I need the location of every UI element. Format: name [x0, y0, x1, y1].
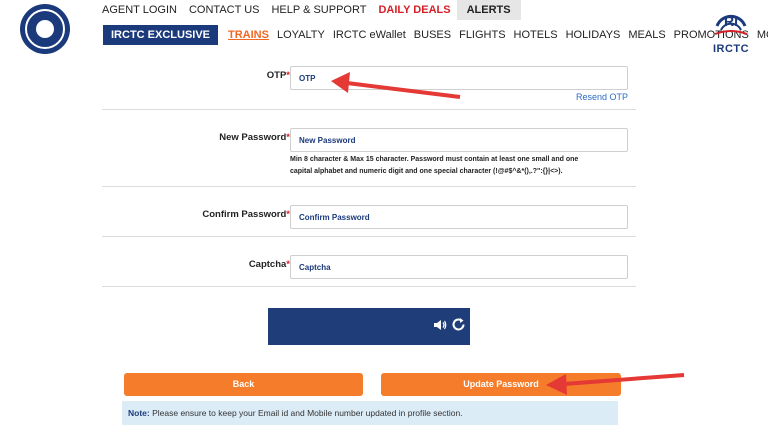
reset-password-page: AGENT LOGIN CONTACT US HELP & SUPPORT DA… [0, 0, 768, 432]
password-rules-hint: Min 8 character & Max 15 character. Pass… [290, 156, 579, 175]
profile-update-note: Note: Please ensure to keep your Email i… [122, 401, 618, 425]
contact-us-link[interactable]: CONTACT US [183, 0, 266, 20]
new-password-input[interactable]: New Password [290, 128, 628, 152]
irctc-logo-icon: RI [714, 13, 748, 35]
new-password-label: New Password* [219, 132, 290, 143]
reset-password-form: OTP* OTP Resend OTP New Password* New Pa… [102, 58, 636, 287]
daily-deals-link[interactable]: DAILY DEALS [372, 0, 456, 20]
svg-text:RI: RI [724, 13, 738, 29]
confirm-password-label: Confirm Password* [202, 209, 290, 220]
captcha-controls [433, 317, 466, 332]
captcha-label: Captcha* [248, 259, 290, 270]
confirm-password-input[interactable]: Confirm Password [290, 205, 628, 229]
update-password-button[interactable]: Update Password [381, 373, 621, 396]
railway-emblem-logo [20, 4, 70, 54]
resend-otp-link[interactable]: Resend OTP [576, 92, 628, 102]
captcha-image [268, 308, 470, 345]
nav-holidays[interactable]: HOLIDAYS [562, 29, 625, 41]
top-navigation: AGENT LOGIN CONTACT US HELP & SUPPORT DA… [96, 0, 521, 20]
main-navigation: IRCTC EXCLUSIVE TRAINS LOYALTY IRCTC eWa… [103, 25, 768, 45]
back-button[interactable]: Back [124, 373, 363, 396]
captcha-input[interactable]: Captcha [290, 255, 628, 279]
nav-flights[interactable]: FLIGHTS [455, 29, 509, 41]
alerts-link[interactable]: ALERTS [456, 0, 521, 20]
irctc-logo-text: IRCTC [712, 43, 750, 55]
confirm-password-row: Confirm Password* Confirm Password [102, 187, 636, 237]
nav-buses[interactable]: BUSES [410, 29, 455, 41]
nav-trains[interactable]: TRAINS [224, 29, 273, 41]
irctc-logo: RI IRCTC [706, 4, 756, 56]
nav-meals[interactable]: MEALS [624, 29, 669, 41]
refresh-icon[interactable] [451, 317, 466, 332]
new-password-row: New Password* New Password Min 8 charact… [102, 110, 636, 187]
otp-input[interactable]: OTP [290, 66, 628, 90]
agent-login-link[interactable]: AGENT LOGIN [96, 0, 183, 20]
emblem-ring-icon [25, 9, 65, 49]
nav-loyalty[interactable]: LOYALTY [273, 29, 329, 41]
captcha-row: Captcha* Captcha [102, 237, 636, 287]
help-support-link[interactable]: HELP & SUPPORT [265, 0, 372, 20]
otp-row: OTP* OTP Resend OTP [102, 58, 636, 110]
nav-ewallet[interactable]: IRCTC eWallet [329, 29, 410, 41]
otp-label: OTP* [266, 70, 290, 81]
speaker-icon[interactable] [433, 318, 447, 332]
irctc-exclusive-button[interactable]: IRCTC EXCLUSIVE [103, 25, 219, 45]
nav-hotels[interactable]: HOTELS [510, 29, 562, 41]
